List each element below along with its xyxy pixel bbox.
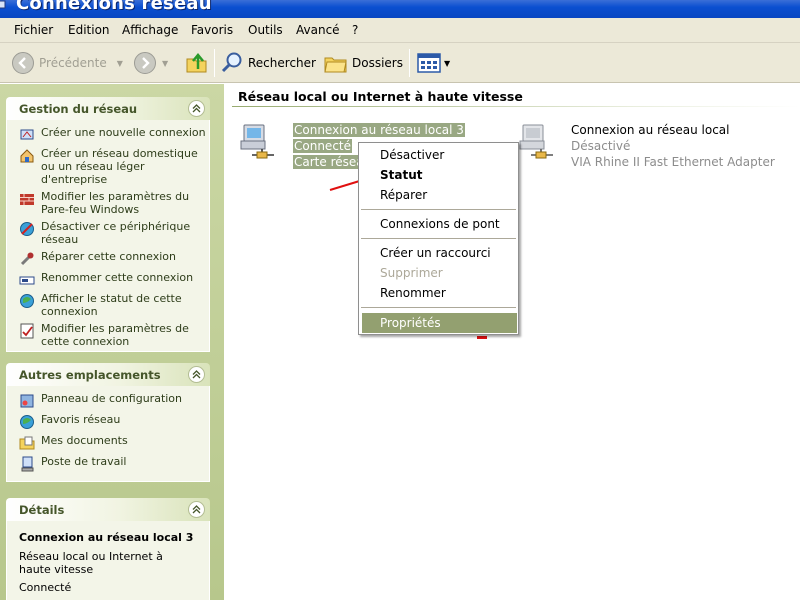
- details-panel: Détails Connexion au réseau local 3 Rése…: [6, 498, 210, 600]
- menu-item-properties[interactable]: Propriétés: [362, 313, 517, 333]
- menu-separator: [361, 238, 516, 239]
- menu-outils[interactable]: Outils: [247, 23, 284, 37]
- toolbar: Précédente ▼ ▼ Rechercher Dossiers ▼: [0, 43, 800, 83]
- forward-button[interactable]: ▼: [134, 49, 168, 77]
- views-dropdown-icon: ▼: [444, 58, 451, 68]
- settings-icon: [20, 323, 34, 339]
- forward-dropdown-icon[interactable]: ▼: [162, 59, 168, 68]
- task-home-network[interactable]: Créer un réseau domestique ou un réseau …: [19, 147, 209, 186]
- network-tasks-panel: Gestion du réseau Créer une nouvelle con…: [6, 97, 210, 352]
- network-places-icon: [20, 415, 34, 429]
- task-disable-device[interactable]: Désactiver ce périphérique réseau: [19, 220, 209, 246]
- my-documents-icon: [19, 436, 35, 450]
- collapse-icon[interactable]: [188, 100, 205, 117]
- task-repair[interactable]: Réparer cette connexion: [19, 250, 209, 267]
- task-pane: Gestion du réseau Créer une nouvelle con…: [0, 84, 224, 600]
- task-rename[interactable]: Renommer cette connexion: [19, 271, 209, 288]
- menu-item-shortcut[interactable]: Créer un raccourci: [380, 246, 491, 260]
- panel-header[interactable]: Autres emplacements: [6, 363, 210, 386]
- connection-device: Carte résea: [293, 155, 365, 169]
- toolbar-separator: [214, 49, 215, 77]
- menu-item-delete: Supprimer: [380, 266, 443, 280]
- red-mark: [477, 336, 487, 339]
- task-connection-settings[interactable]: Modifier les paramètres de cette connexi…: [19, 322, 209, 348]
- window-title: Connexions réseau: [16, 0, 212, 14]
- views-icon: [417, 53, 441, 73]
- menu-edition[interactable]: Edition: [67, 23, 111, 37]
- search-icon: [221, 52, 242, 73]
- place-my-documents[interactable]: Mes documents: [19, 434, 209, 451]
- folders-icon: [324, 57, 347, 73]
- place-my-computer[interactable]: Poste de travail: [19, 455, 209, 472]
- views-button[interactable]: ▼: [417, 49, 450, 77]
- network-connection-disabled-icon: [519, 124, 553, 159]
- place-network-places[interactable]: Favoris réseau: [19, 413, 209, 430]
- firewall-icon: [20, 194, 34, 205]
- network-connections-icon: [0, 0, 6, 9]
- rename-icon: [19, 276, 35, 285]
- menu-help[interactable]: ?: [351, 23, 359, 37]
- other-places-panel: Autres emplacements Panneau de configura…: [6, 363, 210, 482]
- details-name: Connexion au réseau local 3: [19, 531, 194, 544]
- status-icon: [20, 294, 34, 308]
- connection-status: Connecté: [293, 139, 352, 153]
- home-network-icon: [20, 149, 34, 163]
- up-folder-icon: [186, 53, 207, 73]
- connection-name: Connexion au réseau local 3: [293, 123, 465, 137]
- connection-name: Connexion au réseau local: [571, 123, 730, 137]
- menu-item-status[interactable]: Statut: [380, 168, 423, 182]
- new-connection-icon: [20, 129, 34, 140]
- title-bar: Connexions réseau: [0, 0, 800, 18]
- details-type: Réseau local ou Internet à haute vitesse: [19, 550, 163, 576]
- menu-affichage[interactable]: Affichage: [121, 23, 179, 37]
- panel-header[interactable]: Gestion du réseau: [6, 97, 210, 120]
- menu-separator: [361, 307, 516, 308]
- connection-status: Désactivé: [571, 139, 631, 153]
- collapse-icon[interactable]: [188, 366, 205, 383]
- task-firewall[interactable]: Modifier les paramètres du Pare-feu Wind…: [19, 190, 209, 216]
- menu-item-bridge[interactable]: Connexions de pont: [380, 217, 500, 231]
- menu-item-rename[interactable]: Renommer: [380, 286, 446, 300]
- back-button[interactable]: Précédente ▼: [12, 49, 123, 77]
- task-new-connection[interactable]: Créer une nouvelle connexion: [19, 126, 209, 143]
- up-folder-button[interactable]: [185, 49, 209, 77]
- menu-avance[interactable]: Avancé: [295, 23, 341, 37]
- search-button[interactable]: Rechercher: [220, 49, 316, 77]
- menu-fichier[interactable]: Fichier: [13, 23, 54, 37]
- repair-icon: [20, 252, 34, 266]
- panel-body: Connexion au réseau local 3 Réseau local…: [6, 521, 210, 600]
- my-computer-icon: [21, 456, 34, 472]
- connection-local[interactable]: Connexion au réseau local Désactivé VIA …: [517, 122, 797, 174]
- back-arrow-icon: [12, 52, 34, 74]
- control-panel-icon: [20, 394, 34, 408]
- forward-arrow-icon: [134, 52, 156, 74]
- panel-header[interactable]: Détails: [6, 498, 210, 521]
- menu-favoris[interactable]: Favoris: [190, 23, 234, 37]
- menu-item-disable[interactable]: Désactiver: [380, 148, 444, 162]
- disable-device-icon: [20, 222, 34, 236]
- connection-device: VIA Rhine II Fast Ethernet Adapter: [571, 155, 775, 169]
- panel-body: Créer une nouvelle connexion Créer un ré…: [6, 120, 210, 352]
- context-menu: Désactiver Statut Réparer Connexions de …: [358, 142, 519, 335]
- back-dropdown-icon[interactable]: ▼: [117, 59, 123, 68]
- group-divider: [232, 106, 800, 107]
- menu-separator: [361, 209, 516, 210]
- place-control-panel[interactable]: Panneau de configuration: [19, 392, 209, 409]
- folders-button[interactable]: Dossiers: [324, 49, 403, 77]
- network-connection-icon: [240, 124, 274, 159]
- details-status: Connecté: [19, 581, 72, 594]
- collapse-icon[interactable]: [188, 501, 205, 518]
- toolbar-separator: [409, 49, 410, 77]
- menu-bar: Fichier Edition Affichage Favoris Outils…: [0, 18, 800, 43]
- menu-item-repair[interactable]: Réparer: [380, 188, 427, 202]
- group-title: Réseau local ou Internet à haute vitesse: [238, 89, 523, 104]
- task-show-status[interactable]: Afficher le statut de cette connexion: [19, 292, 209, 318]
- panel-body: Panneau de configuration Favoris réseau …: [6, 386, 210, 482]
